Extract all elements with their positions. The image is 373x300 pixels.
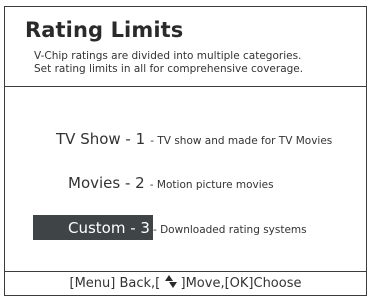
arrow-up-icon [165, 275, 174, 281]
description-line-2: Set rating limits in all for comprehensi… [34, 63, 304, 75]
selection-highlight: Custom - 3 [33, 215, 153, 240]
menu-frame: Rating Limits V-Chip ratings are divided… [4, 6, 367, 296]
menu-item-tv-show[interactable]: TV Show - 1 - TV show and made for TV Mo… [56, 126, 332, 151]
header-panel: Rating Limits V-Chip ratings are divided… [5, 7, 366, 87]
rating-limits-screen: Rating Limits V-Chip ratings are divided… [0, 0, 373, 300]
footer-hint: [Menu] Back,[ ]Move,[OK]Choose [5, 275, 366, 291]
footer-hint-bar: [Menu] Back,[ ]Move,[OK]Choose [5, 271, 366, 295]
menu-item-description: - TV show and made for TV Movies [150, 135, 333, 147]
menu-item-movies[interactable]: Movies - 2 - Motion picture movies [68, 170, 274, 195]
footer-hint-back: [Menu] Back,[ [69, 276, 165, 291]
menu-item-label: Custom - 3 [68, 219, 150, 237]
footer-hint-move-choose: ]Move,[OK]Choose [176, 276, 302, 291]
up-down-arrows-icon [164, 275, 178, 289]
description-line-1: V-Chip ratings are divided into multiple… [34, 50, 302, 62]
menu-item-custom[interactable]: Custom - 3- Downloaded rating systems [33, 215, 307, 240]
menu-item-label: TV Show - 1 [56, 130, 146, 148]
menu-item-description: - Motion picture movies [149, 179, 274, 191]
page-title: Rating Limits [25, 18, 184, 42]
arrow-down-icon [169, 282, 178, 288]
menu-item-label: Movies - 2 [68, 174, 145, 192]
menu-item-description: - Downloaded rating systems [152, 224, 307, 236]
